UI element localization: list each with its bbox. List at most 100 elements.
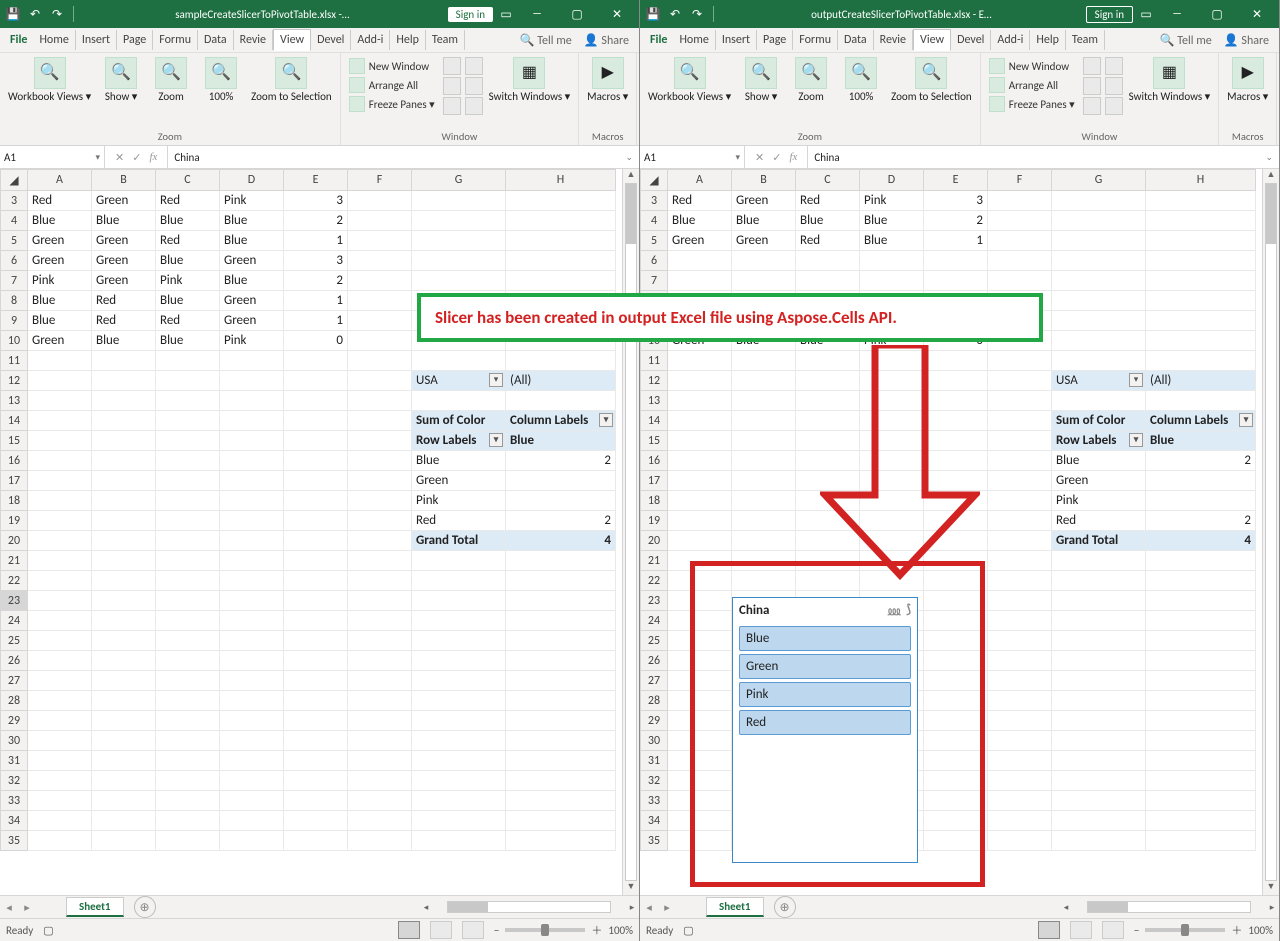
macros-button[interactable]: ▶Macros ▾ [583, 55, 632, 105]
cell-F11[interactable] [348, 351, 412, 371]
cell-D20[interactable] [220, 531, 284, 551]
cell-D4[interactable]: Blue [220, 211, 284, 231]
cell-G35[interactable] [412, 831, 506, 851]
cell-F13[interactable] [988, 391, 1052, 411]
cell-D11[interactable] [220, 351, 284, 371]
cell-D22[interactable] [220, 571, 284, 591]
row-30[interactable]: 30 [641, 731, 668, 751]
cell-D17[interactable] [220, 471, 284, 491]
cell-D6[interactable] [860, 251, 924, 271]
cell-A30[interactable] [28, 731, 92, 751]
sheet-nav-prev[interactable]: ◂ [0, 901, 18, 914]
row-8[interactable]: 8 [1, 291, 28, 311]
row-11[interactable]: 11 [641, 351, 668, 371]
cell-A12[interactable] [28, 371, 92, 391]
cell-G22[interactable] [412, 571, 506, 591]
ribbon-arrange-all[interactable]: Arrange All [985, 76, 1079, 94]
cell-B22[interactable] [732, 571, 796, 591]
save-icon[interactable]: 💾 [4, 5, 22, 23]
macro-record-icon[interactable]: ▢ [43, 924, 53, 937]
col-E[interactable]: E [284, 170, 348, 191]
cell-B5[interactable]: Green [732, 231, 796, 251]
cell-H22[interactable] [1146, 571, 1256, 591]
cell-B9[interactable]: Red [92, 311, 156, 331]
slicer-item-blue[interactable]: Blue [739, 626, 911, 651]
cell-G3[interactable] [1052, 191, 1146, 211]
row-4[interactable]: 4 [641, 211, 668, 231]
cell-G30[interactable] [1052, 731, 1146, 751]
cell-D21[interactable] [220, 551, 284, 571]
cell-H11[interactable] [1146, 351, 1256, 371]
cell-E14[interactable] [284, 411, 348, 431]
cancel-icon[interactable]: ✕ [115, 151, 124, 164]
row-5[interactable]: 5 [1, 231, 28, 251]
row-26[interactable]: 26 [641, 651, 668, 671]
cell-H21[interactable] [1146, 551, 1256, 571]
view-page-layout[interactable] [430, 921, 452, 939]
tab-file[interactable]: File [4, 30, 33, 50]
col-C[interactable]: C [156, 170, 220, 191]
col-H[interactable]: H [506, 170, 616, 191]
cell-G5[interactable] [1052, 231, 1146, 251]
formula-input[interactable]: China⌄ [167, 146, 639, 168]
col-B[interactable]: B [732, 170, 796, 191]
col-D[interactable]: D [860, 170, 924, 191]
row-28[interactable]: 28 [641, 691, 668, 711]
row-7[interactable]: 7 [1, 271, 28, 291]
col-F[interactable]: F [988, 170, 1052, 191]
cell-B15[interactable] [92, 431, 156, 451]
name-box[interactable]: A1▾ [0, 146, 105, 168]
cell-H25[interactable] [1146, 631, 1256, 651]
cell-B32[interactable] [92, 771, 156, 791]
row-16[interactable]: 16 [1, 451, 28, 471]
ribbon--[interactable]: 🔍100% [837, 55, 885, 105]
horizontal-scrollbar[interactable]: ◂▸ [1059, 899, 1279, 915]
cell-B16[interactable] [732, 451, 796, 471]
cell-D13[interactable] [220, 391, 284, 411]
cell-C19[interactable] [156, 511, 220, 531]
slicer-item-red[interactable]: Red [739, 710, 911, 735]
cell-D7[interactable] [860, 271, 924, 291]
row-23[interactable]: 23 [641, 591, 668, 611]
cell-G24[interactable] [412, 611, 506, 631]
cell-E22[interactable] [284, 571, 348, 591]
cell-A25[interactable] [28, 631, 92, 651]
cell-A18[interactable] [28, 491, 92, 511]
row-18[interactable]: 18 [1, 491, 28, 511]
cell-B14[interactable] [732, 411, 796, 431]
cell-H17[interactable] [506, 471, 616, 491]
cell-A27[interactable] [28, 671, 92, 691]
cell-C32[interactable] [156, 771, 220, 791]
cell-F6[interactable] [348, 251, 412, 271]
cell-A22[interactable] [668, 571, 732, 591]
window-mini2-0[interactable] [1105, 57, 1123, 75]
cell-G4[interactable] [412, 211, 506, 231]
cell-B25[interactable] [92, 631, 156, 651]
cell-G4[interactable] [1052, 211, 1146, 231]
cell-D12[interactable] [220, 371, 284, 391]
zoom-value[interactable]: 100% [1248, 924, 1273, 937]
cell-E33[interactable] [924, 791, 988, 811]
cell-G34[interactable] [1052, 811, 1146, 831]
cell-E6[interactable] [924, 251, 988, 271]
cell-A20[interactable] [28, 531, 92, 551]
cell-A28[interactable] [28, 691, 92, 711]
cell-A22[interactable] [28, 571, 92, 591]
col-D[interactable]: D [220, 170, 284, 191]
cell-H12[interactable]: (All) [506, 371, 616, 391]
tab-data[interactable]: Data [198, 30, 234, 50]
cell-F30[interactable] [348, 731, 412, 751]
cell-F22[interactable] [988, 571, 1052, 591]
ribbon-show-[interactable]: 🔍Show ▾ [97, 55, 145, 105]
cell-F9[interactable] [348, 311, 412, 331]
cell-F31[interactable] [988, 751, 1052, 771]
col-C[interactable]: C [796, 170, 860, 191]
tab-devel[interactable]: Devel [311, 30, 351, 50]
zoom-in[interactable]: ＋ [1231, 922, 1242, 938]
tab-help[interactable]: Help [1030, 30, 1066, 50]
fx-icon[interactable]: fx [789, 151, 797, 163]
cell-E28[interactable] [924, 691, 988, 711]
cell-D25[interactable] [220, 631, 284, 651]
vertical-scrollbar[interactable]: ▲▼ [622, 169, 639, 895]
cell-E5[interactable]: 1 [284, 231, 348, 251]
